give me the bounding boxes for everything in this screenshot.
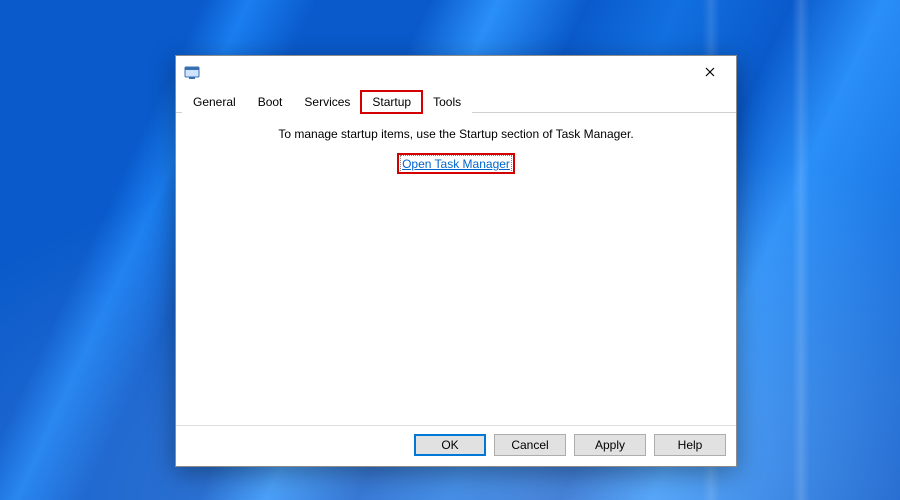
cancel-button[interactable]: Cancel bbox=[494, 434, 566, 456]
close-button[interactable] bbox=[690, 58, 730, 86]
tab-tools[interactable]: Tools bbox=[422, 91, 472, 113]
msconfig-window: General Boot Services Startup Tools To m… bbox=[175, 55, 737, 467]
tab-boot[interactable]: Boot bbox=[247, 91, 294, 113]
title-left bbox=[184, 64, 206, 80]
help-button[interactable]: Help bbox=[654, 434, 726, 456]
tabstrip: General Boot Services Startup Tools bbox=[176, 88, 736, 113]
app-icon bbox=[184, 64, 200, 80]
tab-panel-startup: To manage startup items, use the Startup… bbox=[182, 113, 730, 419]
tab-startup[interactable]: Startup bbox=[361, 91, 422, 113]
tab-services[interactable]: Services bbox=[293, 91, 361, 113]
ok-button[interactable]: OK bbox=[414, 434, 486, 456]
apply-button[interactable]: Apply bbox=[574, 434, 646, 456]
tab-general[interactable]: General bbox=[182, 91, 247, 113]
open-task-manager-link[interactable]: Open Task Manager bbox=[402, 157, 510, 171]
desktop-wallpaper: General Boot Services Startup Tools To m… bbox=[0, 0, 900, 500]
close-icon bbox=[705, 67, 715, 77]
link-highlight: Open Task Manager bbox=[399, 155, 513, 172]
startup-info-text: To manage startup items, use the Startup… bbox=[278, 127, 633, 141]
dialog-buttons: OK Cancel Apply Help bbox=[176, 425, 736, 466]
titlebar[interactable] bbox=[176, 56, 736, 88]
